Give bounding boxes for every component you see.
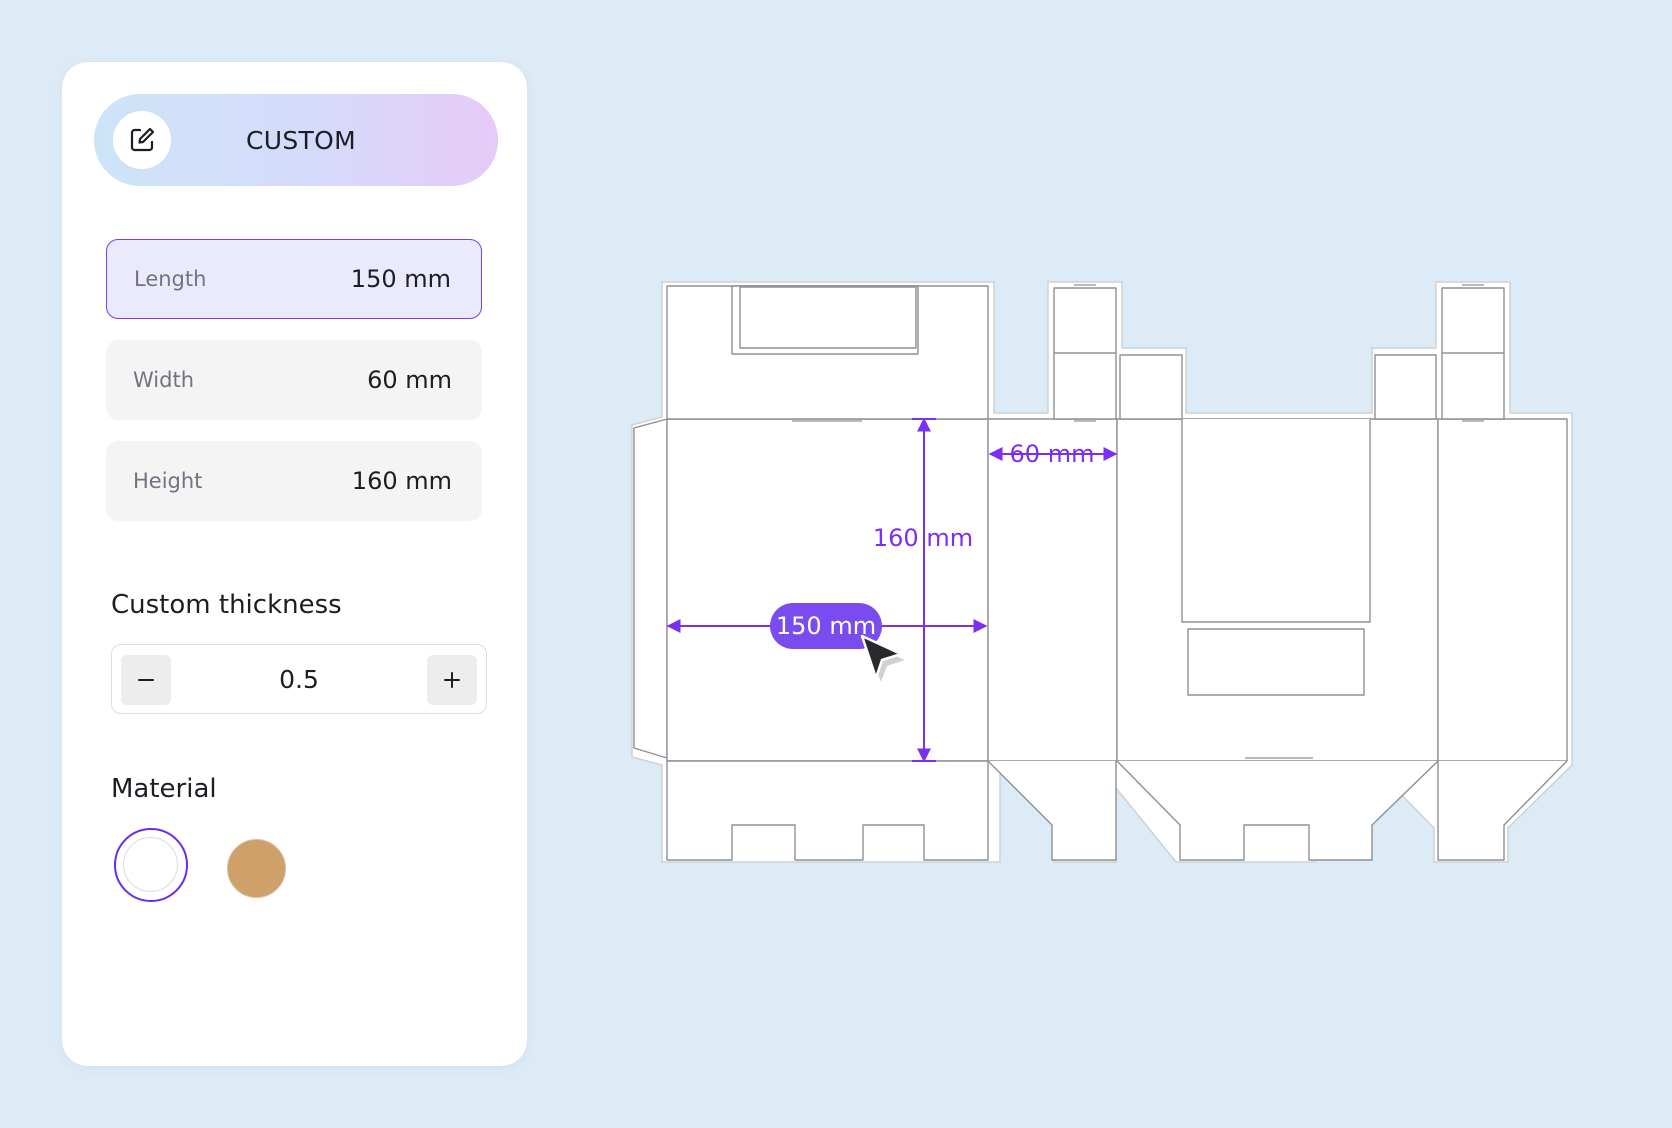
box-dieline: 160 mm 60 mm 150 mm <box>631 281 1573 863</box>
bottom-flap-left <box>987 760 1117 861</box>
back-cutout <box>1181 419 1371 623</box>
width-dimension-label: 60 mm <box>1010 440 1095 468</box>
front-panel <box>666 418 989 762</box>
side-panel-right <box>1437 418 1568 762</box>
glue-flap <box>633 418 668 759</box>
side-panel-left <box>987 418 1118 762</box>
bottom-flap-front <box>666 760 989 861</box>
top-dust-flap-mid <box>1119 354 1183 420</box>
top-dust-flap-right-a <box>1374 354 1437 420</box>
height-dimension-label: 160 mm <box>873 524 973 552</box>
top-tuck-front <box>739 286 917 349</box>
back-tuck <box>1187 628 1365 696</box>
bottom-flap-right <box>1437 760 1568 861</box>
